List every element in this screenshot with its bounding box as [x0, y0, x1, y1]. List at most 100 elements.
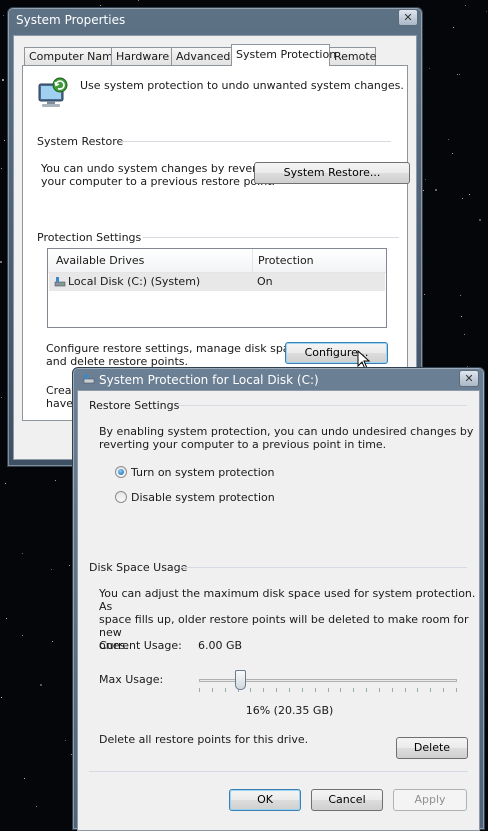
description-line: By enabling system protection, you can u… [99, 425, 474, 438]
slider-tick [289, 688, 290, 692]
column-separator [252, 249, 253, 272]
tab-hardware[interactable]: Hardware [111, 47, 172, 65]
star [36, 806, 37, 807]
slider-tick [276, 688, 277, 692]
star [1, 168, 2, 169]
group-divider [121, 141, 391, 142]
dialog-title: System Protection for Local Disk (C:) [99, 373, 319, 387]
star [425, 179, 426, 180]
configure-button[interactable]: Configure... [285, 342, 388, 364]
description-line: You can adjust the maximum disk space us… [99, 587, 476, 613]
group-divider [181, 567, 467, 568]
star [40, 684, 42, 686]
turn-on-protection-radio[interactable] [115, 466, 127, 478]
window-title: System Properties [16, 13, 126, 27]
disable-protection-radio[interactable] [115, 491, 127, 503]
close-button[interactable]: ✕ [459, 370, 479, 387]
group-label: Disk Space Usage [89, 561, 188, 574]
star [0, 261, 2, 263]
tab-advanced[interactable]: Advanced [171, 47, 232, 65]
star [6, 618, 7, 619]
slider-tick [353, 688, 354, 692]
slider-tick [328, 688, 329, 692]
drives-list[interactable]: Available Drives Protection Local Disk (… [47, 248, 387, 328]
group-label: Restore Settings [89, 399, 180, 412]
description-line: Configure restore settings, manage disk … [46, 342, 306, 355]
restore-settings-group-label: Restore Settings [89, 399, 467, 412]
star [469, 194, 470, 195]
protection-settings-group-label: Protection Settings [37, 231, 399, 244]
slider-tick [430, 688, 431, 692]
star [486, 11, 487, 12]
star [452, 153, 453, 154]
system-restore-group-label: System Restore [37, 135, 391, 148]
star [52, 641, 53, 642]
star [5, 483, 6, 484]
slider-tick [263, 688, 264, 692]
star [138, 0, 139, 1]
slider-tick [212, 688, 213, 692]
dialog-drive-icon [83, 373, 95, 388]
system-protection-dialog: System Protection for Local Disk (C:) ✕ … [72, 367, 485, 831]
star [457, 74, 458, 75]
close-button[interactable]: ✕ [398, 9, 418, 26]
turn-on-protection-label[interactable]: Turn on system protection [131, 466, 274, 479]
delete-button[interactable]: Delete [396, 737, 468, 759]
slider-tick [250, 688, 251, 692]
star [435, 189, 437, 191]
system-restore-button[interactable]: System Restore... [254, 162, 410, 184]
description-line: your computer to a previous restore poin… [41, 175, 275, 188]
apply-button[interactable]: Apply [393, 789, 467, 811]
current-usage-label: Current Usage: [99, 639, 182, 652]
column-header-available-drives[interactable]: Available Drives [56, 254, 144, 267]
bottom-divider [89, 771, 468, 772]
tab-system-protection[interactable]: System Protection [231, 44, 336, 66]
star [1, 397, 2, 398]
star [4, 140, 5, 141]
drives-list-header: Available Drives Protection [48, 249, 386, 273]
system-restore-description: You can undo system changes by reverting… [41, 162, 278, 188]
star [2, 79, 4, 81]
cancel-button[interactable]: Cancel [311, 789, 383, 811]
column-header-protection[interactable]: Protection [258, 254, 314, 267]
tab-computer-name[interactable]: Computer Name [24, 47, 120, 65]
disable-protection-label[interactable]: Disable system protection [131, 491, 275, 504]
star [424, 294, 425, 295]
slider-tick [315, 688, 316, 692]
star [65, 740, 66, 741]
group-label: System Restore [37, 135, 124, 148]
star [479, 219, 481, 221]
intro-text: Use system protection to undo unwanted s… [80, 79, 404, 92]
tab-remote[interactable]: Remote [329, 47, 376, 65]
system-protection-icon [36, 76, 70, 110]
group-label: Protection Settings [37, 231, 142, 244]
max-usage-slider-thumb[interactable] [235, 670, 246, 690]
description-line: reverting your computer to a previous po… [99, 438, 387, 451]
slider-tick [199, 688, 200, 692]
star [100, 5, 101, 6]
group-divider [177, 405, 467, 406]
restore-settings-description: By enabling system protection, you can u… [99, 425, 473, 451]
slider-tick [456, 688, 457, 692]
description-line: space fills up, older restore points wil… [99, 613, 469, 639]
star [3, 15, 4, 16]
star [459, 74, 460, 75]
max-usage-value: 16% (20.35 GB) [245, 704, 334, 717]
configure-description: Configure restore settings, manage disk … [46, 342, 306, 368]
drive-name: Local Disk (C:) (System) [68, 275, 201, 288]
star [51, 569, 52, 570]
radio-selected-dot [118, 469, 124, 475]
description-line: You can undo system changes by reverting [41, 162, 278, 175]
star [55, 480, 56, 481]
ok-button[interactable]: OK [229, 789, 301, 811]
star [461, 316, 462, 317]
slider-tick [340, 688, 341, 692]
slider-tick [417, 688, 418, 692]
star [69, 565, 70, 566]
star [22, 635, 23, 636]
star [453, 27, 454, 28]
group-divider [143, 237, 399, 238]
table-row[interactable]: Local Disk (C:) (System) On [49, 273, 385, 291]
drive-icon [54, 276, 66, 291]
star [460, 295, 461, 296]
